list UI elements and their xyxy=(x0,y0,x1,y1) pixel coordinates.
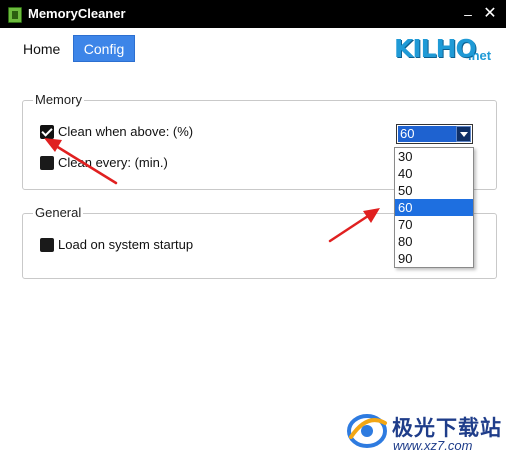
dropdown-option[interactable]: 70 xyxy=(395,216,473,233)
clean-every-option[interactable]: Clean every: (min.) xyxy=(40,155,240,173)
dropdown-option-selected[interactable]: 60 xyxy=(395,199,473,216)
memory-chip-icon xyxy=(8,7,22,23)
clean-when-above-option[interactable]: Clean when above: (%) xyxy=(40,124,240,142)
kilho-logo[interactable]: KILHO .net xyxy=(394,34,494,66)
watermark-url: www.xz7.com xyxy=(393,438,473,453)
threshold-select-value[interactable]: 60 xyxy=(398,126,456,142)
tab-config[interactable]: Config xyxy=(73,35,135,62)
dropdown-option[interactable]: 40 xyxy=(395,165,473,182)
threshold-select[interactable]: 60 xyxy=(396,124,473,144)
close-button[interactable]: ✕ xyxy=(480,4,500,24)
general-group-legend: General xyxy=(33,205,84,220)
title-bar: MemoryCleaner – ✕ xyxy=(0,0,506,28)
clean-every-checkbox[interactable] xyxy=(40,156,54,170)
watermark-logo-icon xyxy=(347,414,387,448)
window-title: MemoryCleaner xyxy=(28,6,126,21)
load-on-startup-label[interactable]: Load on system startup xyxy=(58,237,193,253)
load-on-startup-option[interactable]: Load on system startup xyxy=(40,237,260,255)
dropdown-option[interactable]: 30 xyxy=(395,148,473,165)
clean-when-above-checkbox[interactable] xyxy=(40,125,54,139)
dropdown-option[interactable]: 90 xyxy=(395,250,473,267)
threshold-dropdown-list[interactable]: 30 40 50 60 70 80 90 xyxy=(394,147,474,268)
clean-when-above-label[interactable]: Clean when above: (%) xyxy=(58,124,193,140)
dropdown-option[interactable]: 50 xyxy=(395,182,473,199)
dropdown-option[interactable]: 80 xyxy=(395,233,473,250)
logo-suffix-text: .net xyxy=(468,48,492,63)
logo-main-text: KILHO xyxy=(394,34,477,63)
chevron-down-icon[interactable] xyxy=(456,126,471,142)
load-on-startup-checkbox[interactable] xyxy=(40,238,54,252)
clean-every-label[interactable]: Clean every: (min.) xyxy=(58,155,168,171)
minimize-button[interactable]: – xyxy=(458,4,478,24)
memory-group-legend: Memory xyxy=(33,92,84,107)
tab-home[interactable]: Home xyxy=(16,36,67,62)
